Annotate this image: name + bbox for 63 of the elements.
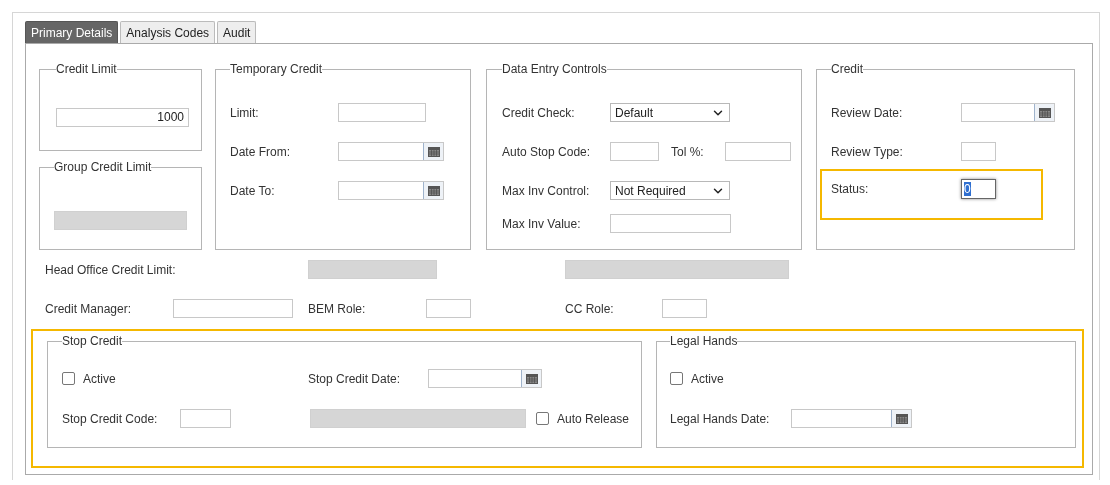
input-field[interactable]: [180, 409, 231, 428]
field-label: Max Inv Value:: [502, 215, 582, 233]
calendar-icon: [525, 373, 538, 384]
tab[interactable]: Audit: [217, 21, 257, 43]
input-field[interactable]: [173, 299, 293, 318]
date-field[interactable]: [961, 103, 1055, 122]
field-label: Active: [83, 370, 116, 388]
field-label: Auto Release: [557, 410, 630, 428]
date-field[interactable]: [338, 142, 444, 161]
field-label: Date From:: [230, 143, 291, 161]
field-label: Head Office Credit Limit:: [45, 261, 177, 279]
calendar-button[interactable]: [423, 182, 443, 199]
field-label: CC Role:: [565, 300, 615, 318]
calendar-icon: [427, 185, 440, 196]
date-field[interactable]: [791, 409, 912, 428]
input-field[interactable]: [338, 103, 426, 122]
group-title: Credit Limit: [56, 63, 117, 75]
field-label: Legal Hands Date:: [670, 410, 771, 428]
input-field[interactable]: 1000: [56, 107, 189, 127]
calendar-button[interactable]: [423, 143, 443, 160]
field-value: 0: [964, 182, 971, 196]
checkbox[interactable]: [670, 372, 683, 385]
group-title: Stop Credit: [62, 335, 123, 347]
checkbox[interactable]: [536, 412, 549, 425]
tab[interactable]: Analysis Codes: [120, 21, 216, 43]
group-title: Credit: [831, 63, 863, 75]
field-label: Max Inv Control:: [502, 182, 591, 200]
field-label: Stop Credit Date:: [308, 370, 402, 388]
dropdown-field[interactable]: Default: [610, 103, 730, 122]
calendar-icon: [427, 146, 440, 157]
input-field[interactable]: [610, 142, 659, 161]
tab[interactable]: Primary Details: [25, 21, 119, 43]
date-field[interactable]: [338, 181, 444, 200]
calendar-button[interactable]: [521, 370, 541, 387]
field-label: Review Type:: [831, 143, 904, 161]
group-title: Temporary Credit: [230, 63, 323, 75]
field-label: Stop Credit Code:: [62, 410, 159, 428]
field-label: Date To:: [230, 182, 276, 200]
field-label: Tol %:: [671, 143, 705, 161]
input-field[interactable]: 0: [961, 179, 996, 199]
input-field[interactable]: [961, 142, 996, 161]
field-label: Limit:: [230, 104, 260, 122]
calendar-icon: [895, 413, 908, 424]
calendar-button[interactable]: [891, 410, 911, 427]
calendar-button[interactable]: [1034, 104, 1054, 121]
input-field[interactable]: [662, 299, 707, 318]
checkbox[interactable]: [62, 372, 75, 385]
date-field[interactable]: [428, 369, 542, 388]
field-label: Credit Check:: [502, 104, 576, 122]
input-field[interactable]: [725, 142, 791, 161]
field-label: BEM Role:: [308, 300, 367, 318]
input-field[interactable]: [426, 299, 471, 318]
dropdown-field[interactable]: Not Required: [610, 181, 730, 200]
field-label: Review Date:: [831, 104, 904, 122]
field-label: Status:: [831, 181, 870, 198]
calendar-icon: [1038, 107, 1051, 118]
field-label: Active: [691, 370, 724, 388]
field-label: Credit Manager:: [45, 300, 133, 318]
group-title: Data Entry Controls: [502, 63, 607, 75]
input-field[interactable]: [610, 214, 731, 233]
group-title: Group Credit Limit: [54, 161, 152, 173]
field-label: Auto Stop Code:: [502, 143, 592, 161]
group-title: Legal Hands: [670, 335, 738, 347]
